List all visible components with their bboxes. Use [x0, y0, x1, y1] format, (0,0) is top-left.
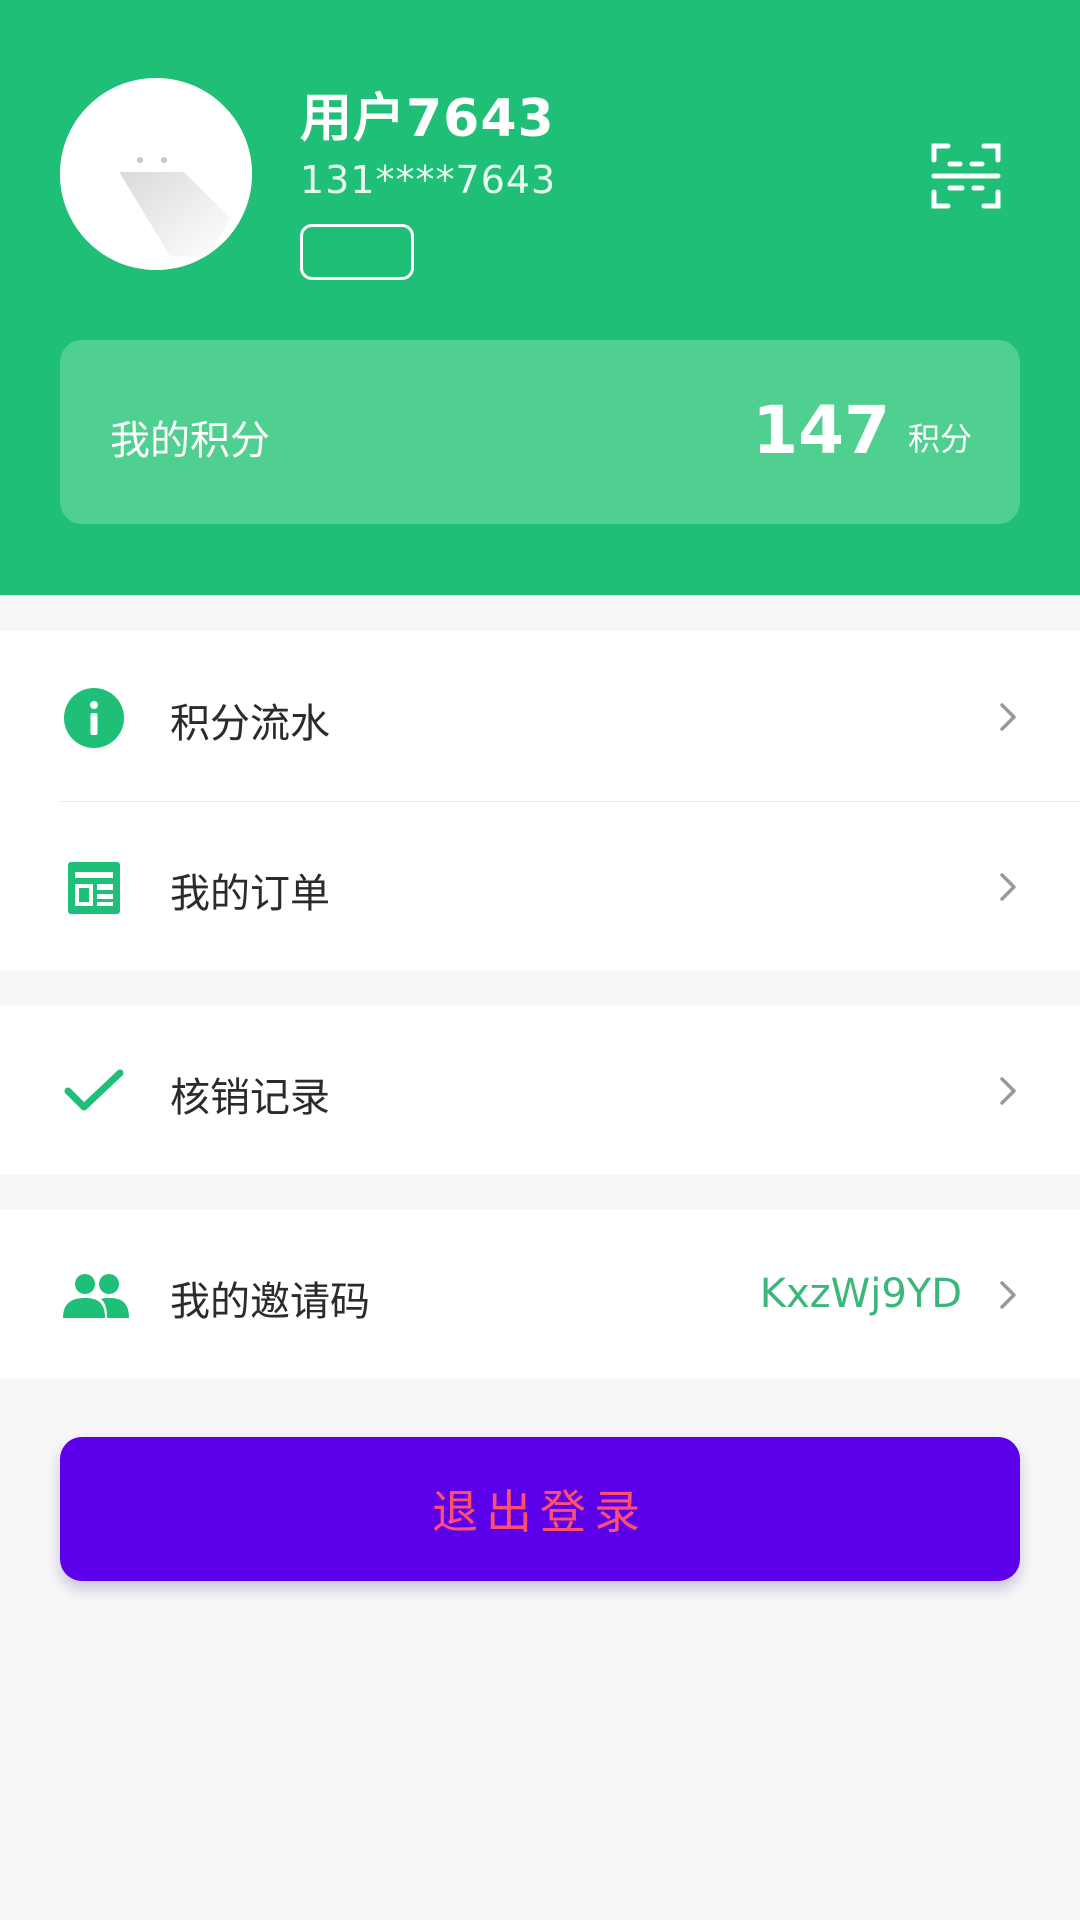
menu-item-verify-records[interactable]: 核销记录	[0, 1005, 1080, 1175]
phone-number: 131****7643	[300, 158, 557, 202]
points-label: 我的积分	[110, 418, 270, 464]
menu-item-invite-code[interactable]: 我的邀请码 KxzWj9YD	[0, 1209, 1080, 1379]
menu-item-orders[interactable]: 我的订单	[0, 801, 1080, 971]
menu-group-invite: 我的邀请码 KxzWj9YD	[0, 1209, 1080, 1379]
default-avatar-icon	[60, 78, 252, 270]
menu-group-account: 积分流水 我的订单	[0, 631, 1080, 971]
profile-header: 用户7643 131****7643 我的积分 147 积分	[0, 0, 1080, 595]
points-unit: 积分	[907, 420, 972, 458]
menu-group-records: 核销记录	[0, 1005, 1080, 1175]
points-value: 147	[752, 392, 890, 469]
scan-icon	[931, 143, 1001, 209]
member-tag	[300, 224, 414, 280]
scan-button[interactable]	[930, 140, 1002, 212]
checkmark-icon	[62, 1060, 126, 1124]
menu-item-label: 我的订单	[170, 871, 330, 917]
menu-item-label: 我的邀请码	[170, 1279, 370, 1325]
menu-item-label: 积分流水	[170, 701, 330, 747]
chevron-right-icon	[996, 1279, 1020, 1311]
chevron-right-icon	[996, 1075, 1020, 1107]
logout-button[interactable]: 退出登录	[60, 1437, 1020, 1581]
points-card[interactable]: 我的积分 147 积分	[60, 340, 1020, 524]
profile-page: 用户7643 131****7643 我的积分 147 积分 积分流水 我的订单…	[0, 0, 1080, 1920]
avatar[interactable]	[60, 78, 252, 270]
info-icon	[62, 686, 126, 750]
menu-item-label: 核销记录	[170, 1075, 330, 1121]
invite-code-value: KxzWj9YD	[759, 1271, 962, 1317]
chevron-right-icon	[996, 871, 1020, 903]
username: 用户7643	[300, 89, 555, 149]
document-list-icon	[62, 856, 126, 920]
people-icon	[60, 1264, 132, 1328]
menu-item-points-history[interactable]: 积分流水	[0, 631, 1080, 801]
chevron-right-icon	[996, 701, 1020, 733]
